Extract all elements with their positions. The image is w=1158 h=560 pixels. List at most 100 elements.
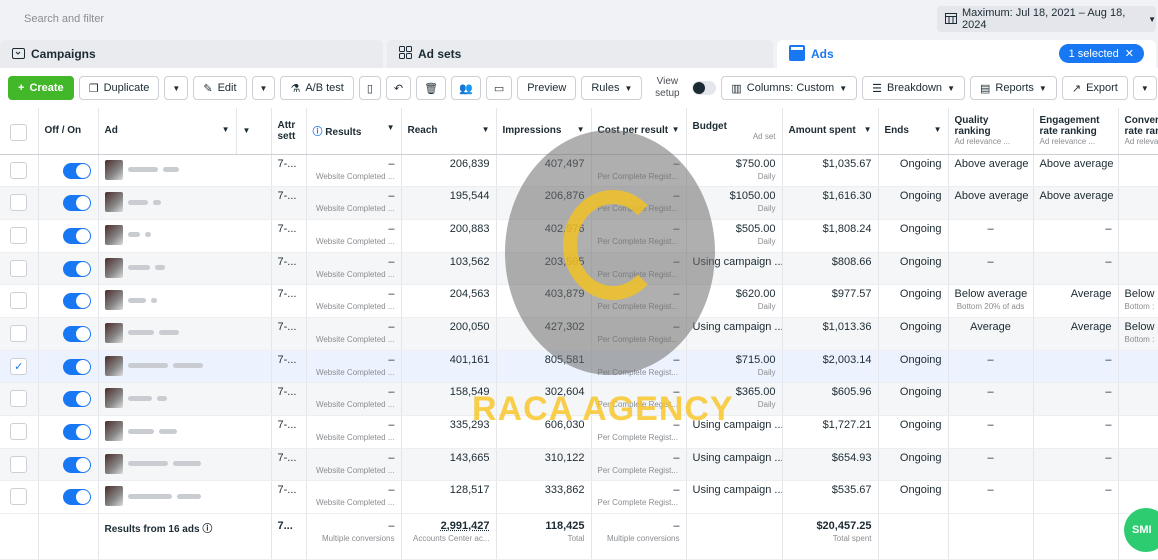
ad-thumbnail[interactable] xyxy=(105,486,265,506)
columns-button[interactable]: ▥Columns: Custom▼ xyxy=(721,76,857,100)
ad-thumbnail[interactable] xyxy=(105,356,265,376)
row-toggle-cell[interactable] xyxy=(38,416,98,449)
ad-thumbnail-cell[interactable] xyxy=(98,383,271,416)
select-all-checkbox[interactable] xyxy=(10,124,27,141)
ad-thumbnail-cell[interactable] xyxy=(98,317,271,350)
close-icon[interactable]: ✕ xyxy=(1125,47,1134,60)
row-select-cell[interactable] xyxy=(0,481,38,514)
row-select-cell[interactable] xyxy=(0,416,38,449)
col-budget[interactable]: BudgetAd set xyxy=(686,108,782,154)
ab-test-button[interactable]: ⚗A/B test xyxy=(280,76,353,100)
ad-on-off-toggle[interactable] xyxy=(63,359,91,375)
row-toggle-cell[interactable] xyxy=(38,383,98,416)
row-select-cell[interactable] xyxy=(0,187,38,220)
ad-thumbnail[interactable] xyxy=(105,421,265,441)
row-select-cell[interactable] xyxy=(0,317,38,350)
ad-thumbnail[interactable] xyxy=(105,258,265,278)
row-select-cell[interactable] xyxy=(0,448,38,481)
row-select-cell[interactable] xyxy=(0,285,38,318)
duplicate-dropdown[interactable]: ▼ xyxy=(164,76,188,100)
budget-cell[interactable]: $750.00Daily xyxy=(686,154,782,187)
ad-thumbnail[interactable] xyxy=(105,225,265,245)
select-all-header[interactable] xyxy=(0,108,38,154)
row-toggle-cell[interactable] xyxy=(38,154,98,187)
search-input[interactable]: Search and filter xyxy=(12,7,932,31)
row-toggle-cell[interactable] xyxy=(38,350,98,383)
row-checkbox[interactable] xyxy=(10,488,27,505)
ad-thumbnail[interactable] xyxy=(105,290,265,310)
row-checkbox[interactable] xyxy=(10,292,27,309)
row-toggle-cell[interactable] xyxy=(38,448,98,481)
col-quality[interactable]: QualityrankingAd relevance ... xyxy=(948,108,1033,154)
ad-thumbnail-cell[interactable] xyxy=(98,481,271,514)
row-checkbox[interactable] xyxy=(10,194,27,211)
table-row[interactable]: 7-...–Website Completed ...143,665310,12… xyxy=(0,448,1158,481)
row-checkbox[interactable] xyxy=(10,325,27,342)
ad-on-off-toggle[interactable] xyxy=(63,228,91,244)
col-amount[interactable]: Amount spent▼ xyxy=(782,108,878,154)
row-select-cell[interactable] xyxy=(0,219,38,252)
ad-thumbnail[interactable] xyxy=(105,160,265,180)
ad-on-off-toggle[interactable] xyxy=(63,195,91,211)
col-reach[interactable]: Reach▼ xyxy=(401,108,496,154)
ad-thumbnail-cell[interactable] xyxy=(98,285,271,318)
ad-thumbnail-cell[interactable] xyxy=(98,448,271,481)
comment-button[interactable]: ▭ xyxy=(486,76,512,100)
edit-button[interactable]: ✎Edit xyxy=(193,76,246,100)
col-conversion[interactable]: Conversrate raniAd releva xyxy=(1118,108,1158,154)
row-checkbox[interactable] xyxy=(10,227,27,244)
row-checkbox[interactable] xyxy=(10,162,27,179)
table-row[interactable]: 7-...–Website Completed ...128,517333,86… xyxy=(0,481,1158,514)
row-toggle-cell[interactable] xyxy=(38,219,98,252)
row-toggle-cell[interactable] xyxy=(38,285,98,318)
ad-thumbnail[interactable] xyxy=(105,192,265,212)
ad-on-off-toggle[interactable] xyxy=(63,261,91,277)
ad-on-off-toggle[interactable] xyxy=(63,326,91,342)
row-checkbox[interactable] xyxy=(10,423,27,440)
export-button[interactable]: ↗Export xyxy=(1062,76,1128,100)
row-toggle-cell[interactable] xyxy=(38,481,98,514)
ad-thumbnail[interactable] xyxy=(105,388,265,408)
tab-ads[interactable]: Ads 1 selected ✕ xyxy=(777,40,1156,68)
ad-on-off-toggle[interactable] xyxy=(63,163,91,179)
row-checkbox[interactable] xyxy=(10,260,27,277)
ad-on-off-toggle[interactable] xyxy=(63,293,91,309)
col-ad[interactable]: Ad▼ xyxy=(98,108,236,154)
budget-cell[interactable]: Using campaign ... xyxy=(686,481,782,514)
col-off-on[interactable]: Off / On xyxy=(38,108,98,154)
create-button[interactable]: +Create xyxy=(8,76,74,100)
preview-button[interactable]: Preview xyxy=(517,76,576,100)
row-select-cell[interactable]: ✓ xyxy=(0,350,38,383)
info-icon[interactable]: ⓘ xyxy=(202,524,212,535)
row-toggle-cell[interactable] xyxy=(38,252,98,285)
edit-dropdown[interactable]: ▼ xyxy=(252,76,276,100)
col-ad-sort[interactable]: ▼ xyxy=(236,108,271,154)
ad-thumbnail-cell[interactable] xyxy=(98,219,271,252)
view-setup-toggle[interactable] xyxy=(692,81,716,95)
col-results[interactable]: ⓘ Results▼ xyxy=(306,108,401,154)
ad-thumbnail-cell[interactable] xyxy=(98,416,271,449)
ad-thumbnail[interactable] xyxy=(105,454,265,474)
row-checkbox[interactable] xyxy=(10,456,27,473)
audience-button[interactable]: 👥 xyxy=(451,76,481,100)
row-toggle-cell[interactable] xyxy=(38,187,98,220)
ad-on-off-toggle[interactable] xyxy=(63,457,91,473)
row-select-cell[interactable] xyxy=(0,383,38,416)
duplicate-button[interactable]: ❐Duplicate xyxy=(79,76,160,100)
row-checkbox[interactable]: ✓ xyxy=(10,358,27,375)
tab-campaigns[interactable]: Campaigns xyxy=(0,40,383,68)
row-toggle-cell[interactable] xyxy=(38,317,98,350)
breakdown-button[interactable]: ☰Breakdown▼ xyxy=(862,76,965,100)
ad-on-off-toggle[interactable] xyxy=(63,391,91,407)
col-attribution[interactable]: Attrsett xyxy=(271,108,306,154)
rules-button[interactable]: Rules▼ xyxy=(581,76,642,100)
date-range-picker[interactable]: Maximum: Jul 18, 2021 – Aug 18, 2024 ▼ xyxy=(937,6,1156,32)
ad-thumbnail-cell[interactable] xyxy=(98,350,271,383)
ad-thumbnail-cell[interactable] xyxy=(98,154,271,187)
col-engagement[interactable]: Engagementrate rankingAd relevance ... xyxy=(1033,108,1118,154)
budget-cell[interactable]: $715.00Daily xyxy=(686,350,782,383)
ad-on-off-toggle[interactable] xyxy=(63,424,91,440)
clipboard-button[interactable]: ▯ xyxy=(359,76,381,100)
budget-cell[interactable]: Using campaign ... xyxy=(686,317,782,350)
col-ends[interactable]: Ends▼ xyxy=(878,108,948,154)
